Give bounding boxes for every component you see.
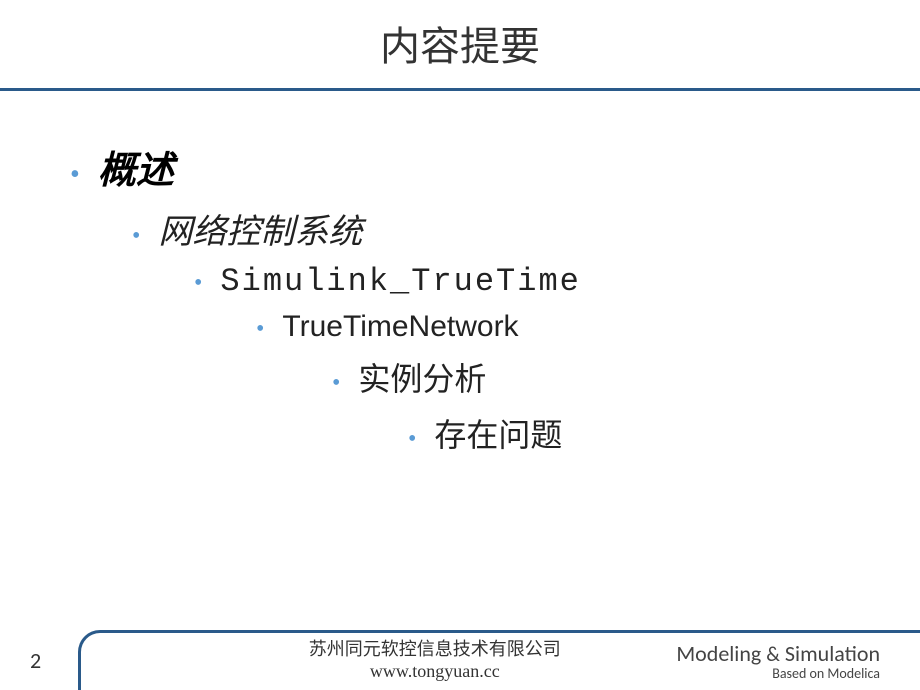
outline-content: • 概述 • 网络控制系统 • Simulink_TrueTime • True… xyxy=(0,91,920,456)
footer-brand: Modeling & Simulation xyxy=(676,640,880,667)
footer-company: 苏州同元软控信息技术有限公司 xyxy=(309,635,561,661)
bullet-icon: • xyxy=(332,371,340,395)
page-number: 2 xyxy=(30,647,41,674)
footer-center: 苏州同元软控信息技术有限公司 www.tongyuan.cc xyxy=(309,635,561,682)
outline-text-5: 实例分析 xyxy=(358,354,486,400)
bullet-icon: • xyxy=(70,161,80,189)
outline-item-5: • 实例分析 xyxy=(332,354,920,400)
footer-subtitle: Based on Modelica xyxy=(676,665,880,682)
outline-item-2: • 网络控制系统 xyxy=(132,204,920,253)
bullet-icon: • xyxy=(132,224,140,248)
slide-footer: 2 苏州同元软控信息技术有限公司 www.tongyuan.cc Modelin… xyxy=(0,616,920,690)
brand-a: Modeling xyxy=(676,640,761,667)
bullet-icon: • xyxy=(408,427,416,451)
outline-item-4: • TrueTimeNetwork xyxy=(256,310,920,344)
brand-amp: & xyxy=(766,643,780,667)
brand-b: Simulation xyxy=(785,640,880,667)
outline-text-2: 网络控制系统 xyxy=(158,204,362,253)
outline-item-6: • 存在问题 xyxy=(408,410,920,456)
bullet-icon: • xyxy=(256,317,264,341)
outline-text-6: 存在问题 xyxy=(434,410,562,456)
bullet-icon: • xyxy=(194,271,202,295)
footer-right: Modeling & Simulation Based on Modelica xyxy=(676,640,880,682)
outline-item-3: • Simulink_TrueTime xyxy=(194,263,920,300)
outline-text-1: 概述 xyxy=(98,139,174,194)
slide-title: 内容提要 xyxy=(0,0,920,86)
outline-text-3: Simulink_TrueTime xyxy=(220,263,580,300)
footer-url: www.tongyuan.cc xyxy=(309,661,561,682)
outline-text-4: TrueTimeNetwork xyxy=(282,310,518,344)
outline-item-1: • 概述 xyxy=(70,139,920,194)
